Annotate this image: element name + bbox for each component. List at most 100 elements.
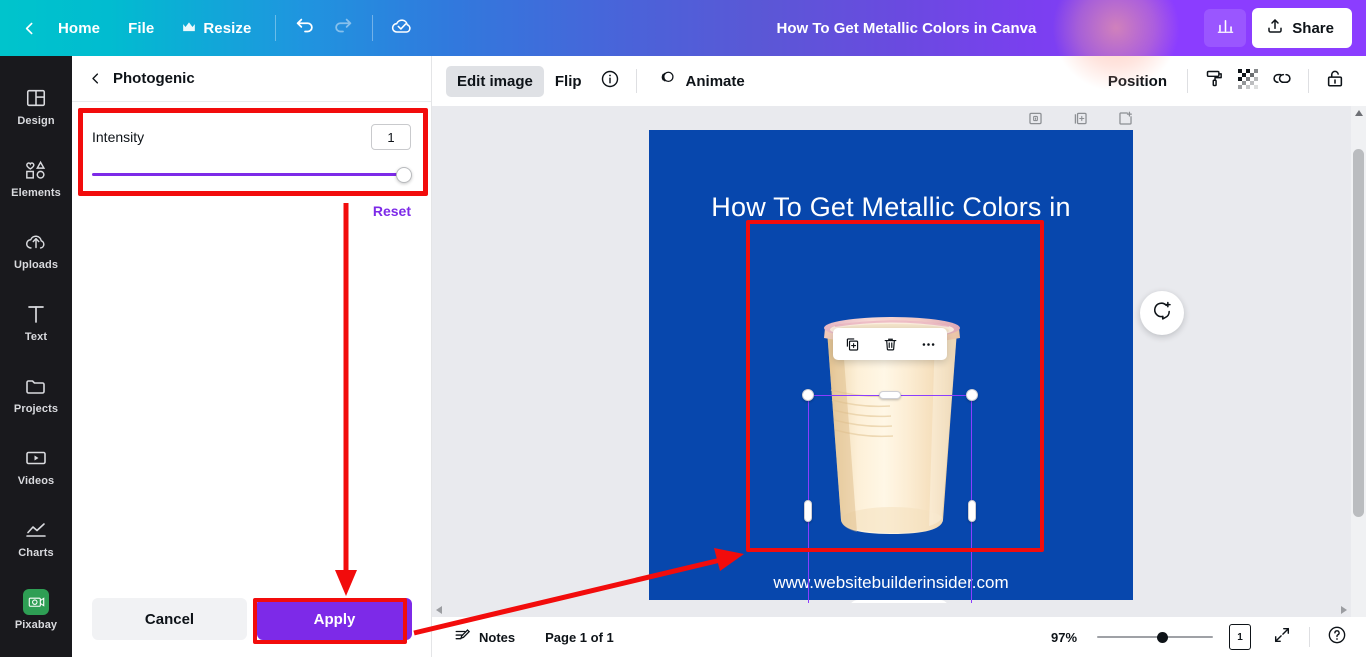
cancel-button[interactable]: Cancel [92,598,247,640]
canvas-workspace[interactable]: How To Get Metallic Colors in [432,106,1366,617]
bar-chart-icon [1216,16,1235,40]
animate-button[interactable]: Animate [646,62,756,100]
add-page-icon[interactable] [1117,110,1134,127]
sidebar-item-charts[interactable]: Charts [0,502,72,574]
vertical-scroll-thumb[interactable] [1353,149,1364,517]
zoom-slider-knob[interactable] [1157,632,1168,643]
bottom-status-bar: Notes Page 1 of 1 97% 1 [432,617,1366,657]
zoom-slider[interactable] [1097,630,1213,644]
back-button[interactable] [14,11,44,45]
share-label: Share [1292,20,1334,37]
info-circle-icon [600,69,620,94]
add-comment-button[interactable] [1140,291,1184,335]
header-right-group: How To Get Metallic Colors in Canva Shar… [765,0,1366,56]
sidebar-label-design: Design [17,115,54,127]
toolbar-divider-1 [636,69,637,93]
canvas-vertical-scrollbar[interactable] [1351,106,1366,617]
sidebar-label-projects: Projects [14,403,58,415]
resize-label: Resize [203,20,251,37]
scroll-up-arrow[interactable] [1351,106,1366,120]
page-count-value: 1 [1237,632,1243,643]
more-dots-icon[interactable] [914,331,942,357]
apply-button[interactable]: Apply [257,598,412,640]
lock-page-icon[interactable] [1027,110,1044,127]
scroll-right-arrow[interactable] [1337,603,1351,617]
image-selection-frame[interactable] [808,395,972,617]
sidebar-item-design[interactable]: Design [0,70,72,142]
canvas-horizontal-scrollbar[interactable] [432,603,1351,617]
duplicate-page-icon[interactable] [1072,110,1089,127]
help-button[interactable] [1322,622,1352,652]
resize-handle-top-center[interactable] [879,391,901,399]
trash-icon[interactable] [876,331,904,357]
share-button[interactable]: Share [1252,8,1352,48]
shapes-icon [24,158,48,182]
reset-button[interactable]: Reset [373,203,411,219]
intensity-input[interactable] [371,124,411,150]
panel-header: Photogenic [72,56,431,102]
zoom-slider-track [1097,636,1213,638]
sidebar-label-videos: Videos [18,475,54,487]
sidebar-item-text[interactable]: Text [0,286,72,358]
lock-button[interactable] [1318,64,1352,98]
image-context-toolbar [833,328,947,360]
sidebar-item-pixabay[interactable]: Pixabay [0,574,72,646]
panel-footer: Cancel Apply [72,581,432,657]
zoom-level-label: 97% [1051,630,1085,645]
position-button[interactable]: Position [1097,66,1178,97]
design-title[interactable]: How To Get Metallic Colors in Canva [765,13,1049,44]
folder-icon [24,374,48,398]
redo-button[interactable] [324,9,362,47]
header-divider-2 [372,15,373,41]
info-button[interactable] [593,64,627,98]
intensity-slider[interactable] [92,167,411,183]
header-divider-1 [275,15,276,41]
transparency-button[interactable] [1231,64,1265,98]
sidebar-item-uploads[interactable]: Uploads [0,214,72,286]
page-indicator[interactable]: Page 1 of 1 [537,625,622,650]
cloud-save-status-button[interactable] [383,9,421,47]
resize-handle-middle-left[interactable] [804,500,812,522]
scroll-left-arrow[interactable] [432,603,446,617]
redo-arrow-icon [332,15,354,42]
edit-image-button[interactable]: Edit image [446,66,544,97]
status-divider [1309,627,1310,647]
transparency-checker-icon [1238,69,1258,94]
crown-icon [182,20,196,37]
sidebar-item-videos[interactable]: Videos [0,430,72,502]
insights-button[interactable] [1204,9,1246,47]
resize-handle-top-left[interactable] [802,389,814,401]
page-heading-text[interactable]: How To Get Metallic Colors in [649,192,1133,223]
link-button[interactable] [1265,64,1299,98]
sidebar-item-projects[interactable]: Projects [0,358,72,430]
flip-button[interactable]: Flip [544,66,593,97]
intensity-row: Intensity [92,124,411,150]
duplicate-icon[interactable] [838,331,866,357]
toolbar-right-group: Position [1097,64,1352,98]
sidebar-item-elements[interactable]: Elements [0,142,72,214]
canva-editor-window: Home File Resize [0,0,1366,657]
lock-open-icon [1325,68,1345,94]
toolbar-divider-3 [1308,69,1309,93]
notes-button[interactable]: Notes [446,622,523,653]
fullscreen-button[interactable] [1267,622,1297,652]
file-menu-item[interactable]: File [114,13,168,44]
toolbar-divider-2 [1187,69,1188,93]
resize-menu-item[interactable]: Resize [168,13,265,44]
home-menu-item[interactable]: Home [44,13,114,44]
panel-back-button[interactable] [88,71,103,86]
text-t-icon [26,302,46,326]
animate-coins-icon [657,69,678,93]
sidebar-label-text: Text [25,331,47,343]
add-comment-icon [1152,300,1173,326]
page-count-button[interactable]: 1 [1225,622,1255,652]
cloud-upload-icon [24,230,48,254]
resize-handle-middle-right[interactable] [968,500,976,522]
scrollbar-corner [1351,603,1366,617]
copy-style-button[interactable] [1197,64,1231,98]
intensity-slider-knob[interactable] [396,167,412,183]
sidebar-label-pixabay: Pixabay [15,619,57,631]
undo-button[interactable] [286,9,324,47]
pixabay-camera-icon [23,590,49,614]
resize-handle-top-right[interactable] [966,389,978,401]
